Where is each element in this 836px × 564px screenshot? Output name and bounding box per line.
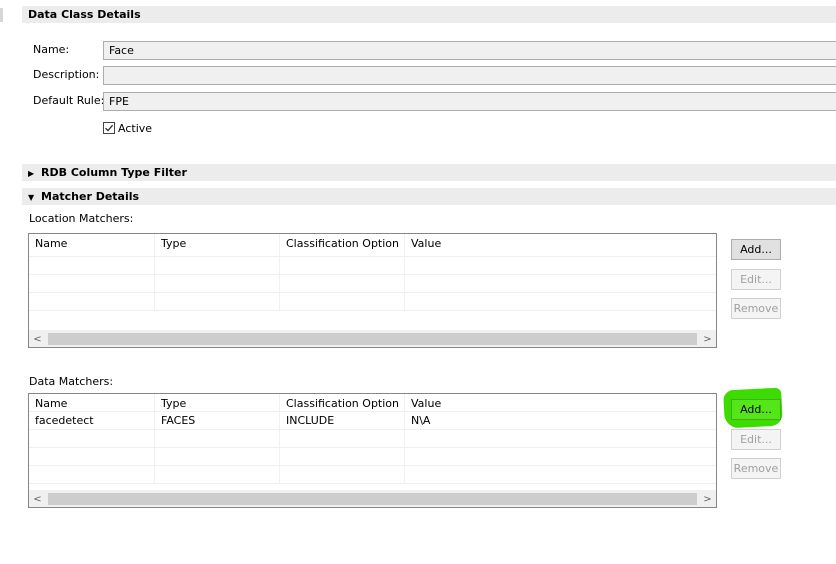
cell-value: N\A bbox=[411, 414, 431, 427]
horizontal-scrollbar[interactable]: < > bbox=[29, 330, 716, 347]
scroll-thumb[interactable] bbox=[48, 493, 697, 505]
cell-name: facedetect bbox=[29, 412, 155, 429]
data-class-details-header: Data Class Details bbox=[22, 6, 836, 23]
table-row[interactable] bbox=[29, 448, 716, 466]
column-header-name[interactable]: Name bbox=[29, 234, 155, 256]
checkmark-icon bbox=[105, 124, 114, 132]
column-header-type[interactable]: Type bbox=[155, 394, 280, 411]
location-matchers-label: Location Matchers: bbox=[29, 212, 134, 225]
table-row[interactable] bbox=[29, 466, 716, 484]
table-row[interactable]: facedetect FACES INCLUDE N\A bbox=[29, 412, 716, 430]
column-header-classification-option[interactable]: Classification Option bbox=[280, 394, 405, 411]
scroll-left-icon[interactable]: < bbox=[29, 331, 46, 348]
matcher-details-header[interactable]: ▼ Matcher Details bbox=[22, 188, 836, 205]
left-edge-rule bbox=[0, 8, 3, 22]
table-header: Name Type Classification Option Value bbox=[29, 394, 716, 412]
scroll-thumb[interactable] bbox=[48, 333, 697, 345]
data-add-button[interactable]: Add... bbox=[731, 399, 781, 420]
scroll-left-icon[interactable]: < bbox=[29, 491, 46, 508]
active-checkbox[interactable] bbox=[103, 122, 115, 134]
table-row[interactable] bbox=[29, 275, 716, 293]
cell-classification-option: INCLUDE bbox=[280, 412, 405, 429]
section-title: Data Class Details bbox=[28, 8, 141, 21]
table-row[interactable] bbox=[29, 293, 716, 311]
data-remove-button[interactable]: Remove bbox=[731, 458, 781, 479]
section-title: RDB Column Type Filter bbox=[41, 166, 187, 179]
table-row[interactable] bbox=[29, 257, 716, 275]
default-rule-label: Default Rule: bbox=[33, 94, 105, 107]
collapse-triangle-icon: ▼ bbox=[28, 193, 35, 202]
data-edit-button[interactable]: Edit... bbox=[731, 429, 781, 450]
expand-triangle-icon: ▶ bbox=[28, 169, 35, 178]
scroll-right-icon[interactable]: > bbox=[699, 331, 716, 348]
location-add-button[interactable]: Add... bbox=[731, 239, 781, 260]
table-header: Name Type Classification Option Value bbox=[29, 234, 716, 257]
location-edit-button[interactable]: Edit... bbox=[731, 269, 781, 290]
column-header-name[interactable]: Name bbox=[29, 394, 155, 411]
active-label: Active bbox=[118, 121, 153, 135]
location-remove-button[interactable]: Remove bbox=[731, 298, 781, 319]
scroll-right-icon[interactable]: > bbox=[699, 491, 716, 508]
cell-type: FACES bbox=[155, 412, 280, 429]
description-field[interactable] bbox=[103, 66, 836, 85]
data-matchers-label: Data Matchers: bbox=[29, 375, 114, 388]
name-label: Name: bbox=[33, 43, 70, 56]
active-checkbox-row[interactable]: Active bbox=[103, 121, 152, 135]
default-rule-field[interactable]: FPE bbox=[103, 92, 836, 111]
section-title: Matcher Details bbox=[41, 190, 140, 203]
column-header-value[interactable]: Value bbox=[405, 394, 716, 411]
table-row[interactable] bbox=[29, 430, 716, 448]
column-header-type[interactable]: Type bbox=[155, 234, 280, 256]
column-header-value[interactable]: Value bbox=[405, 234, 716, 256]
column-header-classification-option[interactable]: Classification Option bbox=[280, 234, 405, 256]
data-matchers-table[interactable]: Name Type Classification Option Value fa… bbox=[28, 393, 717, 508]
name-field[interactable]: Face bbox=[103, 41, 836, 60]
horizontal-scrollbar[interactable]: < > bbox=[29, 490, 716, 507]
location-matchers-table[interactable]: Name Type Classification Option Value < … bbox=[28, 233, 717, 348]
description-label: Description: bbox=[33, 68, 100, 81]
rdb-column-type-filter-header[interactable]: ▶ RDB Column Type Filter bbox=[22, 164, 836, 181]
